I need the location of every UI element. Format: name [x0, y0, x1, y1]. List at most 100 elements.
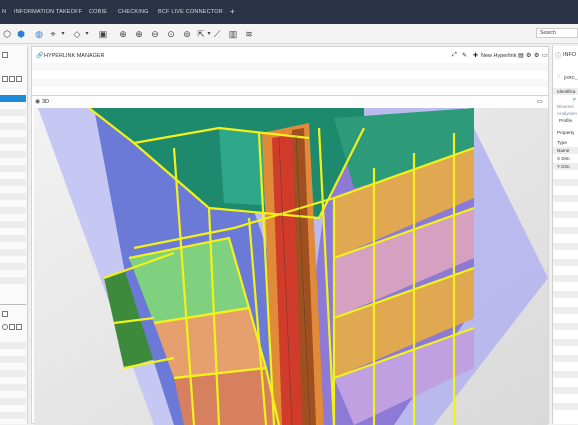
3d-viewport-panel: ◉ 3D ▭: [31, 95, 549, 425]
restore-icon[interactable]: ▭: [542, 52, 548, 59]
property-header: Property: [557, 130, 575, 135]
tool-icon[interactable]: [9, 324, 15, 330]
list-item[interactable]: [0, 398, 26, 405]
chevron-down-icon[interactable]: ▾: [82, 29, 92, 39]
edit-icon[interactable]: ✎: [462, 52, 467, 59]
table-row[interactable]: [553, 355, 578, 362]
left-panel-header-icons: [2, 52, 8, 58]
restore-icon[interactable]: [2, 311, 8, 317]
list-item[interactable]: [0, 193, 26, 200]
add-icon[interactable]: ✚: [473, 52, 478, 59]
table-row[interactable]: [553, 403, 578, 410]
table-row[interactable]: [553, 227, 578, 234]
list-item[interactable]: [0, 123, 26, 130]
tab-cobie[interactable]: COBIE: [89, 9, 107, 15]
building-model: [34, 108, 548, 425]
table-row[interactable]: [553, 211, 578, 218]
list-item[interactable]: [0, 263, 26, 270]
add-tab-button[interactable]: +: [230, 7, 235, 16]
hyperlink-manager-panel: 🔗 HYPERLINK MANAGER ⤢ ✎ ✚ New Hyperlink …: [31, 46, 549, 98]
list-item[interactable]: [0, 249, 26, 256]
table-row[interactable]: [553, 259, 578, 266]
expand-icon[interactable]: ⤢: [452, 52, 457, 59]
analysis-section[interactable]: AnalysisA: [557, 111, 577, 116]
list-item[interactable]: [0, 137, 26, 144]
tool-icon[interactable]: [9, 76, 15, 82]
list-item[interactable]: [0, 221, 26, 228]
table-row[interactable]: [553, 275, 578, 282]
object-name: [ARC_: [564, 75, 578, 80]
dimension-section[interactable]: Dimensi: [557, 104, 574, 109]
viewport-title: 3D: [42, 99, 50, 105]
list-item[interactable]: [0, 412, 26, 419]
tab-information-takeoff[interactable]: INFORMATION TAKEOFF: [14, 9, 82, 15]
restore-icon[interactable]: ▭: [537, 98, 543, 105]
list-item[interactable]: [0, 342, 26, 349]
list-item[interactable]: [0, 151, 26, 158]
chevron-down-icon[interactable]: ▾: [58, 29, 68, 39]
tool-icon[interactable]: [2, 76, 8, 82]
tool-icon[interactable]: [16, 324, 22, 330]
stack-icon[interactable]: ≋: [244, 29, 254, 39]
map-icon[interactable]: ▥: [228, 29, 238, 39]
list-item[interactable]: [0, 109, 26, 116]
selected-tree-row[interactable]: [0, 95, 26, 102]
folder-icon[interactable]: ▤: [518, 52, 524, 59]
panel-title: INFO: [563, 52, 577, 58]
row-name: Name: [557, 148, 570, 153]
zoom-window-icon[interactable]: ⊙: [166, 29, 176, 39]
table-row[interactable]: [553, 179, 578, 186]
table-row[interactable]: [553, 387, 578, 394]
table-row[interactable]: [553, 323, 578, 330]
zoom-icon[interactable]: ⊕: [118, 29, 128, 39]
info-icon: ⓘ: [555, 54, 562, 60]
restore-icon[interactable]: [2, 52, 8, 58]
left-panel: [0, 46, 28, 424]
record-icon[interactable]: [2, 324, 8, 330]
list-item[interactable]: [0, 356, 26, 363]
row-y-dim: Y Dim.: [557, 164, 571, 169]
box-icon[interactable]: ▣: [98, 29, 108, 39]
settings-icon[interactable]: ⚙: [534, 52, 539, 59]
settings-icon[interactable]: ⚙: [526, 52, 531, 59]
pointer-icon[interactable]: ⌖: [48, 29, 58, 39]
panel-divider: [0, 304, 26, 305]
table-row[interactable]: [553, 307, 578, 314]
3d-model-canvas[interactable]: [34, 108, 548, 425]
tool-icon[interactable]: [16, 76, 22, 82]
tab-bcf-live-connector[interactable]: BCF LIVE CONNECTOR: [158, 9, 223, 15]
table-row[interactable]: [553, 339, 578, 346]
profile-section[interactable]: Profile: [559, 118, 572, 123]
list-item[interactable]: [0, 179, 26, 186]
list-item[interactable]: [0, 370, 26, 377]
list-item[interactable]: [0, 207, 26, 214]
layers-icon[interactable]: ◍: [34, 29, 44, 39]
cube-icon[interactable]: ◇: [72, 29, 82, 39]
table-row[interactable]: [32, 79, 548, 87]
list-item[interactable]: [0, 277, 26, 284]
left-panel-lower-toolbar: [2, 324, 22, 330]
measure-icon[interactable]: ⟋: [212, 29, 222, 39]
zoom-extents-icon[interactable]: ⊚: [182, 29, 192, 39]
zoom-out-icon[interactable]: ⊖: [150, 29, 160, 39]
new-hyperlink-button[interactable]: New Hyperlink: [481, 53, 516, 59]
left-panel-lower-header-icons: [2, 311, 8, 317]
tab-partial[interactable]: N: [2, 9, 6, 15]
table-row[interactable]: [32, 63, 548, 71]
select-icon[interactable]: ⬡: [2, 29, 12, 39]
properties-panel: ⓘ INFO ◌ [ARC_ Identifica P Dimensi Anal…: [552, 46, 578, 424]
list-item[interactable]: [0, 235, 26, 242]
search-input[interactable]: Search: [536, 28, 578, 38]
tab-checking[interactable]: CHECKING: [118, 9, 149, 15]
table-row[interactable]: [553, 195, 578, 202]
table-row[interactable]: [553, 243, 578, 250]
list-item[interactable]: [0, 384, 26, 391]
table-row[interactable]: [553, 371, 578, 378]
zoom-in-icon[interactable]: ⊕: [134, 29, 144, 39]
link-icon: 🔗: [36, 53, 44, 59]
clip-icon[interactable]: ⬢: [16, 29, 26, 39]
eye-icon: ◉: [35, 99, 41, 105]
identification-section[interactable]: Identifica: [557, 89, 575, 94]
list-item[interactable]: [0, 165, 26, 172]
table-row[interactable]: [553, 291, 578, 298]
